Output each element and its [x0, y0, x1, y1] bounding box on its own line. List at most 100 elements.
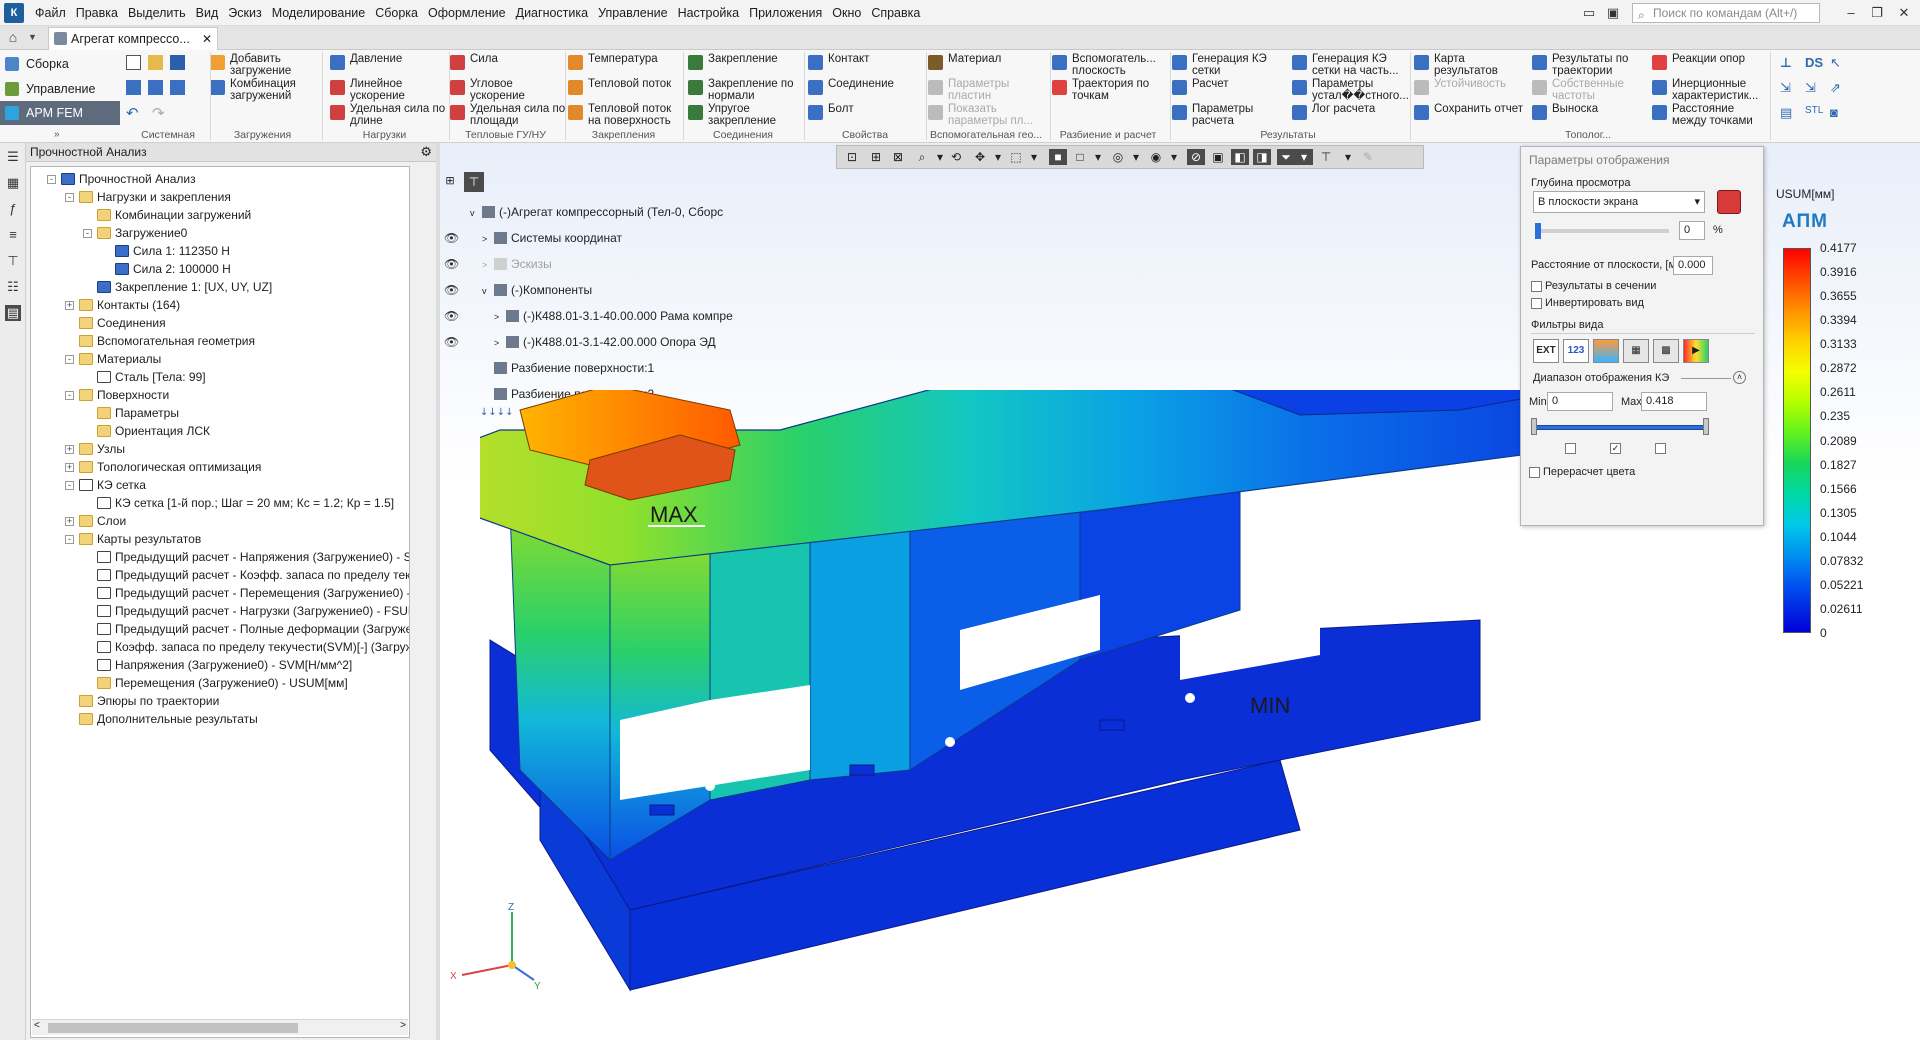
ribbon-button[interactable]: Контакт — [808, 53, 924, 70]
tree-item[interactable]: Параметры — [31, 404, 409, 422]
section-results-checkbox[interactable] — [1531, 281, 1542, 292]
tree-item[interactable]: + Топологическая оптимизация — [31, 458, 409, 476]
ribbon-button[interactable]: Удельная сила по длине — [330, 103, 446, 127]
fem-model-render[interactable]: ↓↓↓↓ ↓↓↓↓ MAX MIN — [480, 390, 1620, 1040]
menu-item[interactable]: Окно — [827, 0, 866, 26]
filter-contour-icon[interactable] — [1593, 339, 1619, 363]
command-search-input[interactable]: ⌕ Поиск по командам (Alt+/) — [1632, 3, 1820, 23]
ribbon-button[interactable]: Расчет — [1172, 78, 1288, 95]
camera-icon[interactable]: ◙ — [1830, 105, 1846, 121]
expand-icon[interactable]: + — [65, 301, 74, 310]
ribbon-button[interactable]: Тепловой поток — [568, 78, 684, 95]
ribbon-button[interactable]: Соединение — [808, 78, 924, 95]
range-slider-track[interactable] — [1535, 425, 1705, 430]
chevron-down-icon[interactable]: ▾ — [1025, 149, 1043, 165]
range-slider-max-thumb[interactable] — [1703, 418, 1709, 435]
depth-slider-track[interactable] — [1535, 229, 1669, 233]
magnifier-icon[interactable]: ⌕ — [913, 149, 931, 165]
restore-icon[interactable]: ❐ — [1864, 3, 1890, 23]
ribbon-button[interactable]: Упругое закрепление — [688, 103, 804, 127]
gear-icon[interactable]: ⚙ — [420, 143, 432, 161]
collapse-icon[interactable]: - — [83, 229, 92, 238]
scroll-left-icon[interactable]: < — [34, 1020, 40, 1031]
chevron-down-icon[interactable]: v — [470, 204, 482, 222]
screen-icon[interactable]: ▣ — [1600, 3, 1626, 23]
visibility-eye-icon[interactable]: 👁 — [444, 284, 460, 296]
menu-item[interactable]: Диагностика — [511, 0, 593, 26]
menu-item[interactable]: Файл — [30, 0, 71, 26]
ribbon-button[interactable]: Давление — [330, 53, 446, 70]
tree-item[interactable]: Напряжения (Загружение0) - SVM[Н/мм^2] — [31, 656, 409, 674]
ribbon-button[interactable]: Генерация КЭ сетки — [1172, 53, 1288, 77]
shaded-view-icon[interactable]: ■ — [1049, 149, 1067, 165]
scroll-right-icon[interactable]: > — [400, 1020, 406, 1031]
ribbon-button[interactable]: Линейное ускорение — [330, 78, 446, 102]
visibility-eye-icon[interactable]: 👁 — [444, 310, 460, 322]
orientation-icon[interactable]: ⬚ — [1007, 149, 1025, 165]
tree-item[interactable]: Вспомогательная геометрия — [31, 332, 409, 350]
tree-mode-icon[interactable]: ⊞ — [442, 174, 458, 190]
range-check-3[interactable] — [1655, 443, 1666, 454]
chevron-down-icon[interactable]: ▾ — [1089, 149, 1107, 165]
ribbon-button[interactable]: Болт — [808, 103, 924, 120]
ribbon-button[interactable]: Закрепление по нормали — [688, 78, 804, 102]
save-icon[interactable] — [170, 55, 185, 70]
ribbon-button[interactable]: Закрепление — [688, 53, 804, 70]
chevron-down-icon[interactable]: ▾ — [1295, 149, 1313, 165]
overlay-tree-item[interactable]: v (-)Компоненты — [482, 281, 592, 299]
filter-numbers-icon[interactable]: 123 — [1563, 339, 1589, 363]
range-slider-min-thumb[interactable] — [1531, 418, 1537, 435]
filter-gradient-icon[interactable]: ▶ — [1683, 339, 1709, 363]
export-2-icon[interactable]: ⇲ — [1805, 80, 1821, 96]
rotate-icon[interactable]: ⟲ — [947, 149, 965, 165]
layers-icon[interactable]: ≡ — [5, 227, 21, 243]
chevron-right-icon[interactable]: > — [494, 308, 506, 326]
redo-icon[interactable]: ↷ — [152, 104, 165, 122]
tree-item[interactable]: Ориентация ЛСК — [31, 422, 409, 440]
layout-icon[interactable]: ▭ — [1576, 3, 1602, 23]
fem-tree-icon[interactable]: ▤ — [5, 305, 21, 321]
overlay-tree-item[interactable]: > Системы координат — [482, 229, 622, 247]
range-min-input[interactable]: 0 — [1547, 392, 1613, 411]
collapse-icon[interactable]: - — [65, 535, 74, 544]
tree-item[interactable]: - Нагрузки и закрепления — [31, 188, 409, 206]
pointer-icon[interactable]: ↖ — [1830, 55, 1846, 71]
ribbon-button[interactable]: Показать параметры пл... — [928, 103, 1044, 127]
stl-icon[interactable]: STL — [1805, 105, 1823, 121]
tree-item[interactable]: Предыдущий расчет - Нагрузки (Загружение… — [31, 602, 409, 620]
overlay-tree-item[interactable]: Разбиение поверхности:1 — [482, 359, 654, 377]
tree-item[interactable]: Дополнительные результаты — [31, 710, 409, 728]
close-icon[interactable]: ✕ — [1891, 3, 1917, 23]
tree-item[interactable]: - Прочностной Анализ — [31, 170, 409, 188]
mesh-view-icon[interactable]: ◨ — [1253, 149, 1271, 165]
collapse-icon[interactable]: - — [65, 193, 74, 202]
tree-item[interactable]: - Карты результатов — [31, 530, 409, 548]
tree-item[interactable]: Эпюры по траектории — [31, 692, 409, 710]
tree-item[interactable]: Сила 1: 112350 Н — [31, 242, 409, 260]
tree-item[interactable]: Предыдущий расчет - Напряжения (Загружен… — [31, 548, 409, 566]
tree-icon[interactable]: ☰ — [5, 149, 21, 165]
zoom-icon[interactable]: ⊠ — [889, 149, 907, 165]
display-icon[interactable]: ◉ — [1147, 149, 1165, 165]
ribbon-button[interactable]: Добавить загружение — [210, 53, 326, 77]
ribbon-button[interactable]: Реакции опор — [1652, 53, 1768, 70]
ribbon-button[interactable]: Материал — [928, 53, 1044, 70]
tree-horizontal-scrollbar[interactable]: < > — [32, 1019, 408, 1035]
tree-item[interactable]: + Узлы — [31, 440, 409, 458]
tree-item[interactable]: Предыдущий расчет - Коэфф. запаса по пре… — [31, 566, 409, 584]
mode-management[interactable]: Управление — [0, 77, 120, 101]
filter-icon[interactable]: ⏷ — [1277, 149, 1295, 165]
ribbon-button[interactable]: Собственные частоты — [1532, 78, 1648, 102]
chevron-down-icon[interactable]: ▾ — [1127, 149, 1145, 165]
zoom-fit-icon[interactable]: ⊡ — [843, 149, 861, 165]
filter-mesh-edges-icon[interactable]: ▩ — [1653, 339, 1679, 363]
structure-icon[interactable]: ⊤ — [5, 253, 21, 269]
menu-item[interactable]: Управление — [593, 0, 673, 26]
ribbon-button[interactable]: Параметры расчета — [1172, 103, 1288, 127]
ribbon-button[interactable]: Расстояние между точками — [1652, 103, 1768, 127]
variables-icon[interactable]: ƒ — [5, 201, 21, 217]
chart-icon[interactable]: ⊥ — [1780, 55, 1796, 71]
ribbon-button[interactable]: Комбинация загружений — [210, 78, 326, 102]
chevron-down-icon[interactable]: ▾ — [989, 149, 1007, 165]
ribbon-button[interactable]: Генерация КЭ сетки на часть... — [1292, 53, 1408, 77]
